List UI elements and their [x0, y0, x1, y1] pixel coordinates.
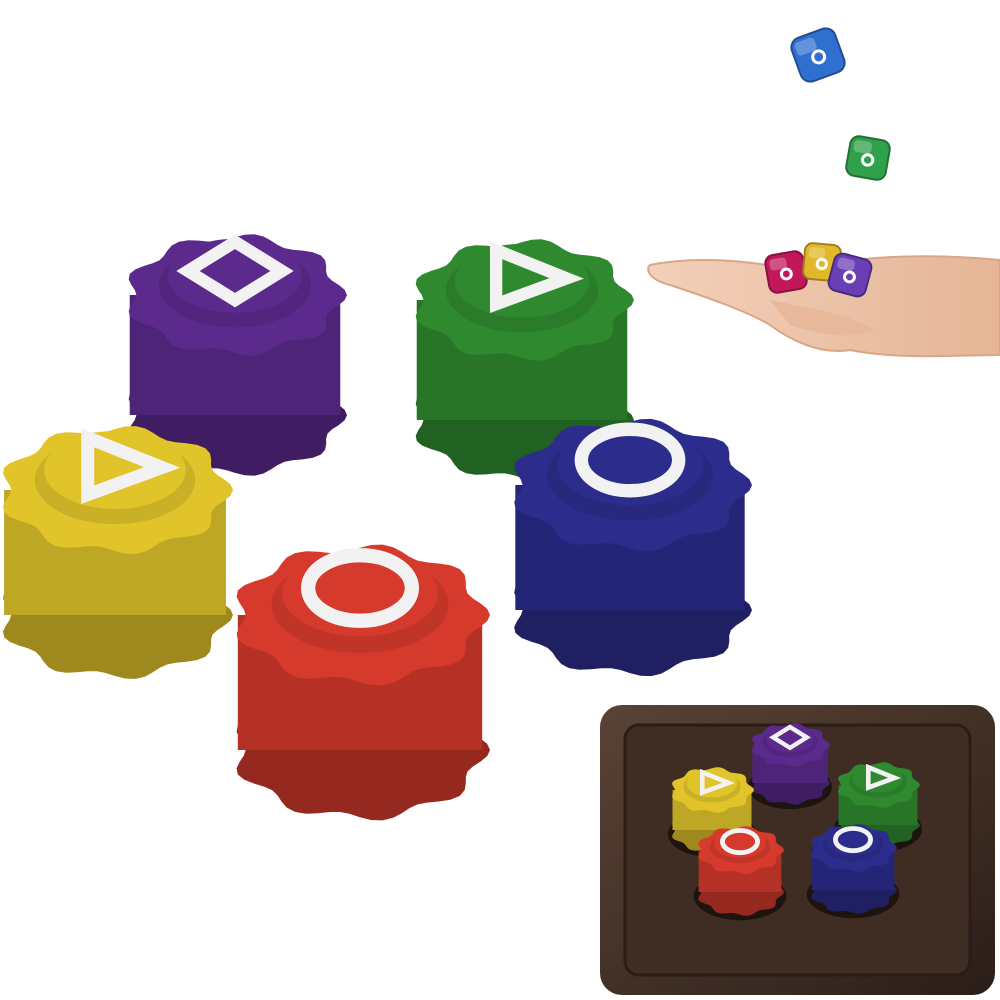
piece-yellow — [3, 426, 233, 679]
magenta-die — [764, 250, 808, 294]
piece-blue — [514, 418, 752, 677]
violet-die — [827, 252, 873, 298]
tray-piece-red — [698, 826, 784, 916]
tray-piece-blue — [811, 824, 897, 914]
blue-die — [790, 27, 846, 83]
game-scene — [3, 27, 1000, 995]
green-die — [845, 135, 891, 181]
wooden-tray — [600, 705, 995, 995]
tray-piece-purple — [752, 723, 830, 805]
piece-red — [236, 544, 490, 821]
